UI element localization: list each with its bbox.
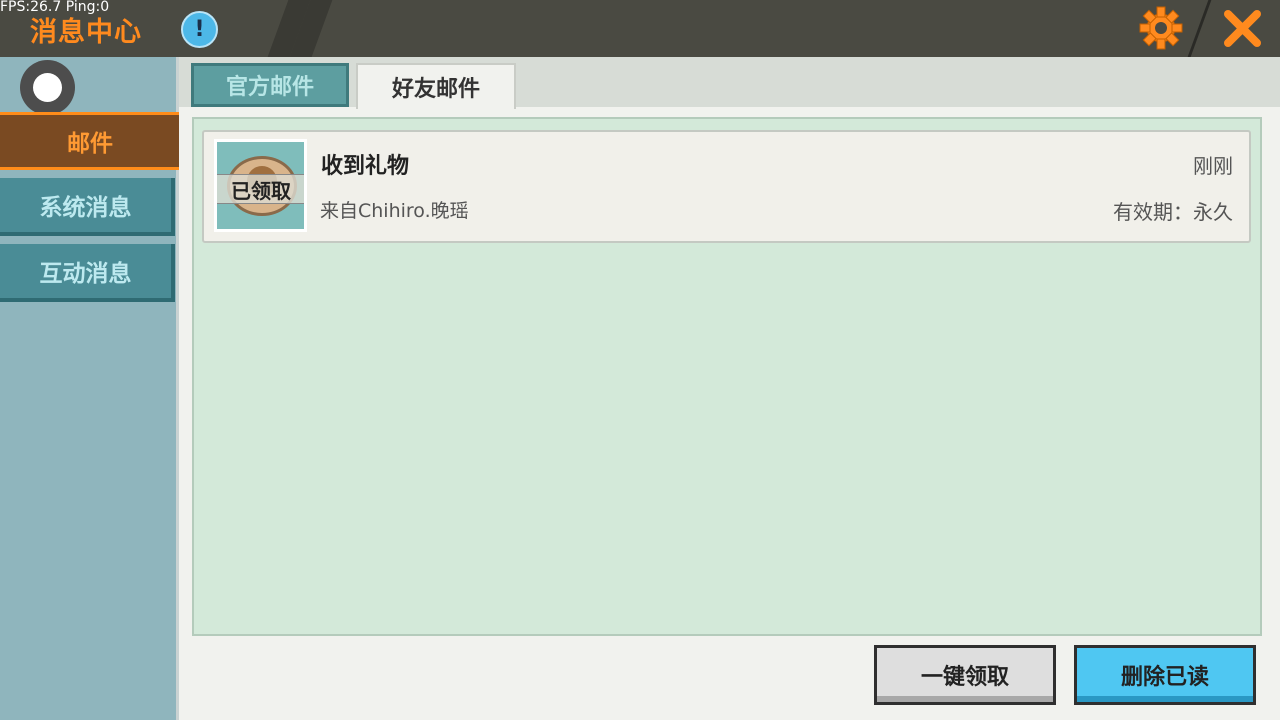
claim-all-button[interactable]: 一键领取	[874, 645, 1056, 705]
sidebar-item-label: 系统消息	[39, 195, 132, 221]
mail-expiry: 有效期：永久	[1113, 200, 1233, 224]
button-label: 一键领取	[920, 665, 1009, 690]
fps-overlay: FPS:26.7 Ping:0	[0, 0, 110, 15]
close-icon[interactable]	[1198, 0, 1280, 57]
tab-label: 好友邮件	[391, 77, 480, 102]
sidebar-item-mail[interactable]: 邮件	[0, 112, 183, 170]
avatar[interactable]	[20, 60, 75, 115]
sidebar-item-label: 互动消息	[39, 261, 132, 287]
mail-time: 刚刚	[1193, 154, 1233, 178]
delete-read-button[interactable]: 删除已读	[1074, 645, 1256, 705]
sidebar-item-label: 邮件	[67, 131, 113, 157]
exclamation-icon[interactable]: !	[181, 11, 218, 48]
list-item[interactable]	[202, 130, 1251, 243]
gear-icon[interactable]	[1138, 5, 1184, 51]
gift-icon: 已领取	[214, 139, 307, 232]
avatar-dot	[33, 73, 62, 102]
tab-label: 官方邮件	[225, 75, 314, 100]
mail-title: 收到礼物	[321, 154, 410, 179]
tab-official-mail[interactable]: 官方邮件	[191, 63, 349, 107]
sidebar-item-interaction-messages[interactable]: 互动消息	[0, 244, 175, 302]
sidebar-item-system-messages[interactable]: 系统消息	[0, 178, 175, 236]
tab-friend-mail[interactable]: 好友邮件	[356, 63, 516, 109]
claimed-stamp: 已领取	[217, 174, 304, 204]
button-label: 删除已读	[1120, 665, 1209, 690]
mail-sender: 来自Chihiro.晚瑶	[320, 200, 469, 222]
